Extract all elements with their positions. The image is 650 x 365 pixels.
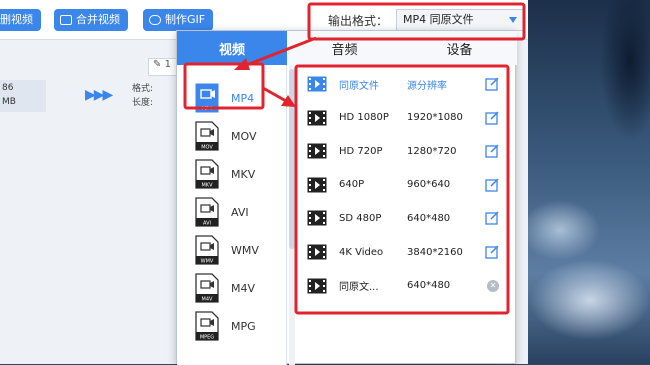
format-list-scrollbar[interactable] [289, 65, 295, 365]
resolution-name: 4K Video [339, 246, 384, 258]
resolution-row[interactable]: HD 720P 1280*720 [297, 134, 513, 168]
format-item-label: MKV [231, 167, 256, 181]
output-format-select[interactable]: MP4 同原文件 [396, 9, 524, 31]
file-format-icon: WMV [195, 235, 219, 265]
film-icon [307, 143, 327, 159]
film-icon [307, 210, 327, 226]
format-item-label: WMV [231, 243, 259, 257]
edit-icon[interactable] [485, 144, 499, 158]
resolution-name: HD 1080P [339, 112, 389, 124]
resolution-row[interactable]: 同原文件 源分辨率 [297, 67, 513, 101]
resolution-name: 640P [339, 179, 365, 191]
format-item-mp4[interactable]: MP4 MP4 [177, 79, 287, 117]
edit-icon[interactable] [485, 245, 499, 259]
tab-audio[interactable]: 音频 [287, 31, 402, 65]
tab-video-label: 视频 [218, 43, 245, 58]
resolution-row[interactable]: HD 1080P 1920*1080 [297, 101, 513, 135]
resolution-row[interactable]: 4K Video 3840*2160 [297, 235, 513, 269]
file-format-icon: MP4 [195, 83, 219, 113]
file-format-icon: M4V [195, 273, 219, 303]
resolution-value: 960*640 [407, 179, 451, 191]
delete-icon[interactable]: ✕ [487, 279, 499, 292]
resolution-row[interactable]: 同原文... 640*480 ✕ [297, 269, 513, 303]
film-icon [307, 76, 327, 92]
format-item-label: MP4 [231, 91, 255, 105]
tab-device-label: 设备 [446, 43, 473, 58]
edit-icon[interactable] [485, 178, 499, 192]
edit-icon[interactable] [485, 77, 499, 91]
tab-device[interactable]: 设备 [402, 31, 517, 65]
resolution-value: 640*480 [407, 280, 451, 292]
file-format-icon: MOV [195, 121, 219, 151]
format-item-mov[interactable]: MOV MOV [177, 117, 287, 155]
merge-video-button[interactable]: 合并视频 [54, 9, 128, 31]
resolution-name: 同原文件 [339, 80, 379, 92]
category-tabs: 视频 音频 设备 [177, 31, 517, 65]
chevron-down-icon [509, 17, 517, 23]
file-size: 86 MB [0, 80, 46, 112]
output-format-label: 输出格式： [328, 13, 389, 28]
film-icon [307, 278, 327, 294]
film-icon [307, 110, 327, 126]
format-list: MP4 MP4 MOV MOV MKV MKV AVI AVI WMV WMV M4V M4V MPEG… [177, 65, 287, 365]
file-size-value: 86 [2, 83, 14, 93]
pencil-icon: ✎ [153, 59, 162, 70]
resolution-name: HD 720P [339, 145, 383, 157]
delete-video-button[interactable]: 删视频 [0, 9, 41, 31]
resolution-name: 同原文... [339, 282, 379, 294]
file-format-icon: MPEG [195, 311, 219, 341]
resolution-name: SD 480P [339, 212, 382, 224]
format-item-mkv[interactable]: MKV MKV [177, 155, 287, 193]
link-icon [149, 15, 161, 25]
make-gif-button[interactable]: 制作GIF [143, 9, 214, 31]
delete-video-label: 删视频 [0, 13, 33, 26]
resolution-list: 同原文件 源分辨率 HD 1080P 1920*1080 HD 720P 1280*720… [297, 65, 513, 365]
resolution-value: 源分辨率 [407, 80, 447, 92]
make-gif-label: 制作GIF [165, 13, 206, 26]
format-item-label: M4V [231, 281, 256, 295]
scroll-thumb[interactable] [289, 69, 295, 249]
format-item-label: MPG [231, 319, 256, 333]
file-format-label: 格式: [132, 84, 154, 94]
svg-text:MOV: MOV [201, 145, 213, 151]
format-popup: 视频 音频 设备 MP4 MP4 MOV MOV MKV MKV AVI AVI WMV WMV M… [176, 30, 517, 365]
svg-text:MPEG: MPEG [200, 335, 214, 341]
svg-text:MKV: MKV [201, 183, 213, 189]
resolution-row[interactable]: SD 480P 640*480 [297, 201, 513, 235]
format-item-label: MOV [231, 129, 257, 143]
svg-text:WMV: WMV [201, 259, 214, 265]
merge-icon [60, 15, 72, 25]
resolution-value: 1920*1080 [407, 112, 463, 124]
file-size-unit: MB [2, 97, 16, 107]
file-format-icon: AVI [195, 197, 219, 227]
edit-icon[interactable] [485, 211, 499, 226]
edit-chip[interactable]: ✎ 1 [148, 58, 178, 76]
merge-video-label: 合并视频 [76, 13, 120, 26]
resolution-value: 640*480 [407, 212, 451, 224]
svg-text:M4V: M4V [202, 297, 213, 303]
film-icon [307, 244, 327, 260]
file-meta: 格式: 长度: [132, 82, 153, 110]
format-item-mpg[interactable]: MPEG MPG [177, 307, 287, 345]
tab-video[interactable]: 视频 [177, 31, 287, 65]
format-item-label: AVI [231, 205, 249, 219]
file-row: 86 MB ▶▶▶ 格式: 长度: ✎ 1 [0, 46, 190, 116]
edit-chip-label: 1 [164, 59, 171, 70]
file-format-icon: MKV [195, 159, 219, 189]
format-item-avi[interactable]: AVI AVI [177, 193, 287, 231]
resolution-value: 3840*2160 [407, 246, 463, 258]
format-item-wmv[interactable]: WMV WMV [177, 231, 287, 269]
film-icon [307, 177, 327, 193]
resolution-row[interactable]: 640P 960*640 [297, 168, 513, 202]
format-item-m4v[interactable]: M4V M4V [177, 269, 287, 307]
file-length-label: 长度: [132, 98, 154, 108]
svg-text:MP4: MP4 [202, 106, 213, 112]
desktop-wallpaper [520, 0, 650, 364]
edit-icon[interactable] [485, 111, 499, 125]
svg-text:AVI: AVI [203, 221, 211, 227]
resolution-value: 1280*720 [407, 145, 457, 157]
tab-audio-label: 音频 [331, 43, 358, 58]
output-format-value: MP4 同原文件 [403, 13, 474, 26]
convert-arrow-icon: ▶▶▶ [85, 87, 113, 103]
